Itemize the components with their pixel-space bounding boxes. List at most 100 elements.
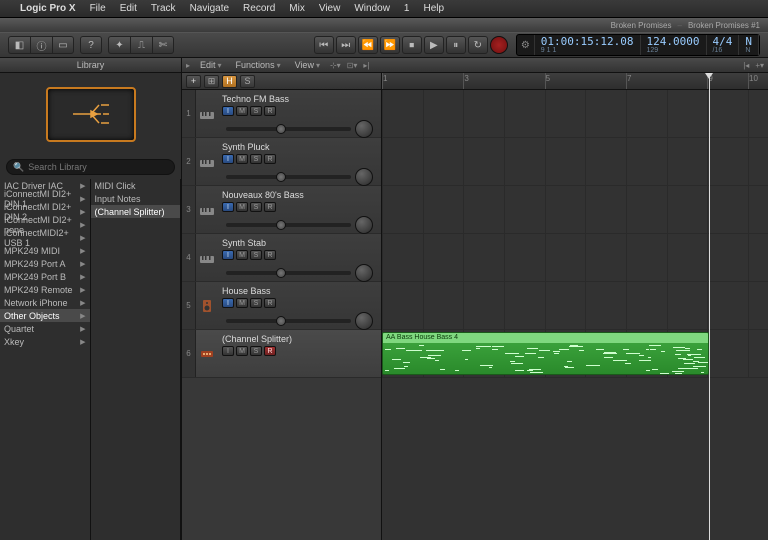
track-mute-button[interactable]: M bbox=[236, 250, 248, 260]
track-record-button[interactable]: R bbox=[264, 154, 276, 164]
arrange-snap[interactable]: ▸| bbox=[363, 61, 369, 70]
menu-record[interactable]: Record bbox=[243, 3, 275, 14]
library-item[interactable]: MPK249 Port A▶ bbox=[0, 257, 90, 270]
library-item[interactable]: MPK249 Remote▶ bbox=[0, 283, 90, 296]
track-pan-knob[interactable] bbox=[355, 264, 373, 282]
lcd-sig2[interactable]: /16 bbox=[713, 47, 733, 54]
menu-window[interactable]: Window bbox=[354, 3, 390, 14]
library-item[interactable]: Input Notes bbox=[91, 192, 181, 205]
library-item[interactable]: iConnectMIDI2+ USB 1▶ bbox=[0, 231, 90, 244]
track-name[interactable]: Synth Stab bbox=[222, 238, 377, 248]
track-solo-button[interactable]: S bbox=[250, 202, 262, 212]
smart-controls-button[interactable]: ✦ bbox=[108, 36, 130, 54]
track-input-button[interactable]: I bbox=[222, 106, 234, 116]
library-item[interactable]: MIDI Click bbox=[91, 179, 181, 192]
track-pan-knob[interactable] bbox=[355, 120, 373, 138]
lcd-key[interactable]: N bbox=[745, 36, 752, 47]
menu-help[interactable]: Help bbox=[423, 3, 444, 14]
track-solo-button[interactable]: S bbox=[250, 106, 262, 116]
track-solo-button[interactable]: S bbox=[250, 154, 262, 164]
menu-track[interactable]: Track bbox=[151, 3, 176, 14]
arrange-edit-menu[interactable]: Edit▾ bbox=[196, 59, 226, 71]
library-item[interactable]: MPK249 Port B▶ bbox=[0, 270, 90, 283]
arrange-tool-1[interactable]: ⊹▾ bbox=[330, 61, 341, 70]
lcd-time[interactable]: 01:00:15:12.08 bbox=[541, 36, 634, 47]
track-input-button[interactable]: I bbox=[222, 154, 234, 164]
lcd-key2[interactable]: N bbox=[745, 47, 752, 54]
track-volume-slider[interactable] bbox=[226, 175, 351, 179]
add-track-button[interactable]: + bbox=[186, 75, 201, 88]
track-volume-slider[interactable] bbox=[226, 127, 351, 131]
editors-button[interactable]: ✄ bbox=[152, 36, 174, 54]
menu-navigate[interactable]: Navigate bbox=[190, 3, 229, 14]
arrange-view-menu[interactable]: View▾ bbox=[291, 59, 324, 71]
track-icon[interactable] bbox=[196, 186, 218, 233]
track-icon[interactable] bbox=[196, 90, 218, 137]
track-volume-slider[interactable] bbox=[226, 271, 351, 275]
inspector-toggle-button[interactable]: ⓘ bbox=[30, 36, 52, 54]
track-name[interactable]: Techno FM Bass bbox=[222, 94, 377, 104]
track-solo-button[interactable]: S bbox=[250, 346, 262, 356]
toolbar-toggle-button[interactable]: ▭ bbox=[52, 36, 74, 54]
app-menu[interactable]: Logic Pro X bbox=[20, 3, 76, 14]
quick-help-button[interactable]: ? bbox=[80, 36, 102, 54]
track-header[interactable]: 5House BassIMSR bbox=[182, 282, 381, 330]
lcd-sig[interactable]: 4/4 bbox=[713, 36, 733, 47]
track-mute-button[interactable]: M bbox=[236, 154, 248, 164]
pause-button[interactable]: ⏸ bbox=[446, 36, 466, 54]
track-record-button[interactable]: R bbox=[264, 346, 276, 356]
track-header[interactable]: 4Synth StabIMSR bbox=[182, 234, 381, 282]
track-mute-button[interactable]: M bbox=[236, 106, 248, 116]
track-volume-slider[interactable] bbox=[226, 319, 351, 323]
play-button[interactable]: ▶ bbox=[424, 36, 444, 54]
track-pan-knob[interactable] bbox=[355, 216, 373, 234]
track-h-button[interactable]: H bbox=[222, 75, 237, 88]
track-s-button[interactable]: S bbox=[240, 75, 255, 88]
lcd-settings-icon[interactable]: ⚙ bbox=[517, 35, 535, 55]
track-header[interactable]: 6(Channel Splitter)IMSR bbox=[182, 330, 381, 378]
track-mute-button[interactable]: M bbox=[236, 202, 248, 212]
lcd-beats[interactable]: 9 1 1 bbox=[541, 47, 634, 54]
track-record-button[interactable]: R bbox=[264, 202, 276, 212]
go-to-end-button[interactable]: ⏭ bbox=[336, 36, 356, 54]
arrange-functions-menu[interactable]: Functions▾ bbox=[232, 59, 285, 71]
arrange-marker-add[interactable]: +▾ bbox=[755, 61, 764, 70]
track-header[interactable]: 2Synth PluckIMSR bbox=[182, 138, 381, 186]
track-mute-button[interactable]: M bbox=[236, 346, 248, 356]
track-icon[interactable] bbox=[196, 138, 218, 185]
arrange-marker-back[interactable]: |◂ bbox=[743, 61, 749, 70]
lcd-display[interactable]: ⚙ 01:00:15:12.089 1 1 124.0000129 4/4/16… bbox=[516, 34, 760, 56]
track-icon[interactable] bbox=[196, 330, 218, 377]
rewind-button[interactable]: ⏪ bbox=[358, 36, 378, 54]
track-header[interactable]: 3Nouveaux 80's BassIMSR bbox=[182, 186, 381, 234]
library-item[interactable]: (Channel Splitter) bbox=[91, 205, 181, 218]
track-input-button[interactable]: I bbox=[222, 202, 234, 212]
library-item[interactable]: Network iPhone▶ bbox=[0, 296, 90, 309]
cycle-button[interactable]: ↻ bbox=[468, 36, 488, 54]
forward-button[interactable]: ⏩ bbox=[380, 36, 400, 54]
track-header[interactable]: 1Techno FM BassIMSR bbox=[182, 90, 381, 138]
library-toggle-button[interactable]: ◧ bbox=[8, 36, 30, 54]
track-solo-button[interactable]: S bbox=[250, 298, 262, 308]
menu-file[interactable]: File bbox=[90, 3, 106, 14]
lcd-tempo2[interactable]: 129 bbox=[647, 47, 700, 54]
track-input-button[interactable]: I bbox=[222, 346, 234, 356]
track-input-button[interactable]: I bbox=[222, 298, 234, 308]
track-input-button[interactable]: I bbox=[222, 250, 234, 260]
track-record-button[interactable]: R bbox=[264, 298, 276, 308]
library-search-input[interactable]: 🔍 Search Library bbox=[6, 159, 175, 175]
menu-view[interactable]: View bbox=[319, 3, 341, 14]
midi-region[interactable]: AA Bass House Bass 4 bbox=[382, 332, 709, 375]
lcd-tempo[interactable]: 124.0000 bbox=[647, 36, 700, 47]
track-pan-knob[interactable] bbox=[355, 312, 373, 330]
track-record-button[interactable]: R bbox=[264, 106, 276, 116]
library-item[interactable]: Other Objects▶ bbox=[0, 309, 90, 322]
arrange-area[interactable]: 1357910 AA Bass House Bass 4 bbox=[382, 73, 768, 540]
track-record-button[interactable]: R bbox=[264, 250, 276, 260]
track-name[interactable]: House Bass bbox=[222, 286, 377, 296]
track-icon[interactable] bbox=[196, 234, 218, 281]
go-to-start-button[interactable]: ⏮ bbox=[314, 36, 334, 54]
playhead[interactable] bbox=[709, 73, 710, 540]
arrange-tool-2[interactable]: ⊡▾ bbox=[347, 61, 358, 70]
menu-edit[interactable]: Edit bbox=[120, 3, 137, 14]
